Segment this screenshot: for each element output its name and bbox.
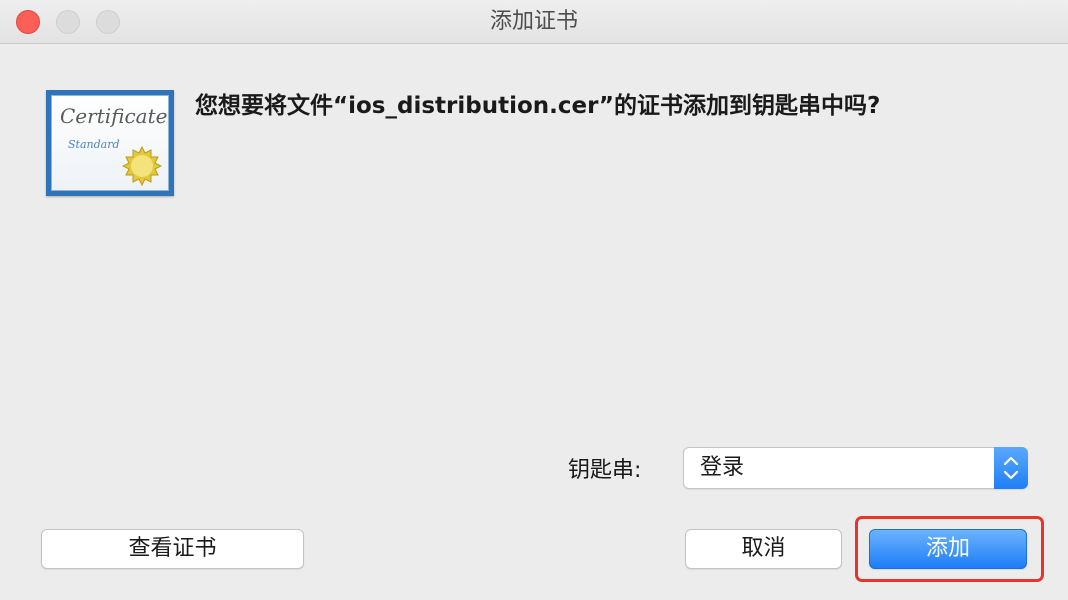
cancel-button[interactable]: 取消 xyxy=(685,529,842,569)
certificate-paper: Certificate Standard xyxy=(51,95,169,191)
certificate-icon-subtitle: Standard xyxy=(68,138,120,151)
keychain-select[interactable]: 登录 xyxy=(683,447,1028,489)
title-bar: 添加证书 xyxy=(0,0,1068,44)
add-certificate-dialog: 添加证书 Certificate Standard 您想要将文件“ios_dis… xyxy=(0,0,1068,600)
confirmation-message: 您想要将文件“ios_distribution.cer”的证书添加到钥匙串中吗? xyxy=(195,93,881,119)
certificate-icon-title: Certificate xyxy=(60,104,168,128)
window-title: 添加证书 xyxy=(489,9,578,34)
certificate-icon: Certificate Standard xyxy=(46,90,174,196)
keychain-selected-value: 登录 xyxy=(700,455,745,480)
view-certificate-button[interactable]: 查看证书 xyxy=(41,529,304,569)
chevron-updown-icon xyxy=(1003,456,1019,480)
add-button[interactable]: 添加 xyxy=(869,529,1027,569)
keychain-label: 钥匙串: xyxy=(568,458,642,483)
up-down-chevron-icon[interactable] xyxy=(994,447,1028,489)
seal-icon xyxy=(122,146,162,186)
